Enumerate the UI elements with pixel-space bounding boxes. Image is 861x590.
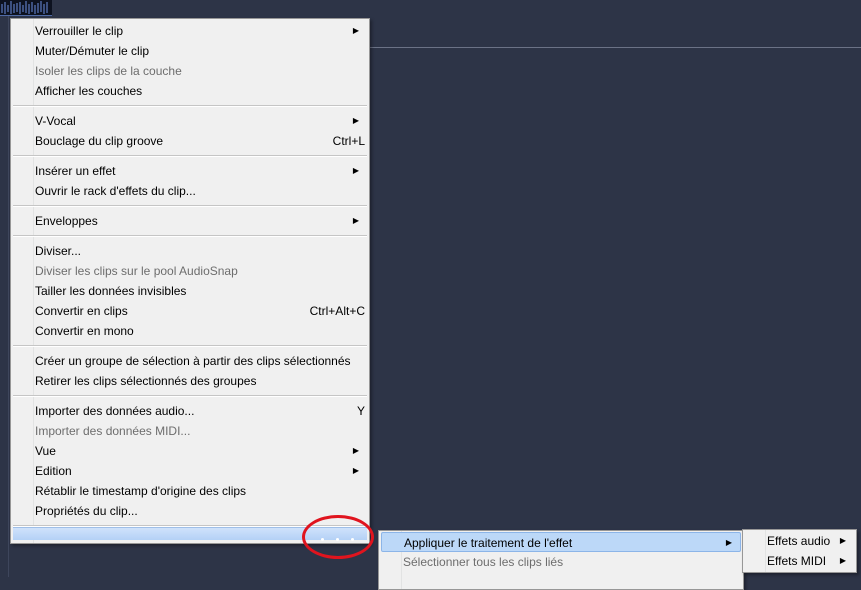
menu-item-label: Edition	[35, 464, 72, 478]
menu-item-retablir-le-timestamp-d-origine-des-clip[interactable]: Rétablir le timestamp d'origine des clip…	[13, 481, 367, 501]
menu-item-inserer-un-effet[interactable]: Insérer un effet ▶	[13, 161, 367, 181]
menu-item-label: Tailler les données invisibles	[35, 284, 187, 298]
menu-item-diviser[interactable]: Diviser...	[13, 241, 367, 261]
menu-separator	[13, 105, 367, 107]
clip-waveform-thumbnail[interactable]	[0, 0, 52, 16]
menu-expand-row[interactable]	[13, 527, 367, 540]
menu-item-verrouiller-le-clip[interactable]: Verrouiller le clip ▶	[13, 21, 367, 41]
menu-item-label: Propriétés du clip...	[35, 504, 138, 518]
menu-item-label: Créer un groupe de sélection à partir de…	[35, 354, 351, 368]
menu-item-label: Convertir en clips	[35, 304, 128, 318]
menu-item-afficher-les-couches[interactable]: Afficher les couches	[13, 81, 367, 101]
menu-item-label: Muter/Démuter le clip	[35, 44, 150, 58]
submenu-arrow-icon: ▶	[352, 216, 359, 225]
menu-item-selectionner-tous-les-clips-lies: Sélectionner tous les clips liés	[381, 552, 741, 572]
submenu-arrow-icon: ▶	[839, 556, 846, 565]
menu-item-appliquer-le-traitement-de-l-effet[interactable]: Appliquer le traitement de l'effet ▶	[381, 532, 741, 552]
menu-expand-dots-icon	[321, 530, 371, 541]
menu-item-label: Ouvrir le rack d'effets du clip...	[35, 184, 196, 198]
menu-separator	[13, 155, 367, 157]
menu-item-label: Afficher les couches	[35, 84, 143, 98]
menu-item-label: Isoler les clips de la couche	[35, 64, 182, 78]
menu-item-bouclage-du-clip-groove[interactable]: Bouclage du clip groove Ctrl+L	[13, 131, 367, 151]
submenu-arrow-icon: ▶	[352, 116, 359, 125]
menu-item-label: Effets audio	[767, 534, 831, 548]
track-divider-line	[370, 47, 861, 48]
menu-item-label: Diviser...	[35, 244, 82, 258]
menu-item-label: Rétablir le timestamp d'origine des clip…	[35, 484, 247, 498]
menu-item-edition[interactable]: Edition ▶	[13, 461, 367, 481]
menu-item-label: V-Vocal	[35, 114, 76, 128]
menu-item-label: Importer des données audio...	[35, 404, 195, 418]
menu-item-label: Retirer les clips sélectionnés des group…	[35, 374, 257, 388]
menu-item-convertir-en-clips[interactable]: Convertir en clips Ctrl+Alt+C	[13, 301, 367, 321]
effect-submenu: Appliquer le traitement de l'effet ▶ Sélec…	[378, 530, 744, 590]
menu-separator	[13, 205, 367, 207]
menu-separator	[13, 345, 367, 347]
menu-item-creer-un-groupe-de-selection-a-partir-de[interactable]: Créer un groupe de sélection à partir de…	[13, 351, 367, 371]
submenu-arrow-icon: ▶	[725, 538, 732, 547]
submenu-arrow-icon: ▶	[352, 446, 359, 455]
menu-item-enveloppes[interactable]: Enveloppes ▶	[13, 211, 367, 231]
menu-item-convertir-en-mono[interactable]: Convertir en mono	[13, 321, 367, 341]
waveform-graphic	[1, 1, 48, 14]
menu-item-label: Insérer un effet	[35, 164, 116, 178]
menu-item-diviser-les-clips-sur-le-pool-audiosnap: Diviser les clips sur le pool AudioSnap	[13, 261, 367, 281]
menu-separator	[13, 235, 367, 237]
menu-item-v-vocal[interactable]: V-Vocal ▶	[13, 111, 367, 131]
menu-item-label: Enveloppes	[35, 214, 98, 228]
menu-item-importer-des-donnees-midi: Importer des données MIDI...	[13, 421, 367, 441]
menu-item-shortcut: Y	[356, 404, 365, 418]
submenu-arrow-icon: ▶	[352, 26, 359, 35]
submenu-arrow-icon: ▶	[839, 536, 846, 545]
menu-item-label: Bouclage du clip groove	[35, 134, 164, 148]
menu-item-tailler-les-donnees-invisibles[interactable]: Tailler les données invisibles	[13, 281, 367, 301]
menu-item-label: Sélectionner tous les clips liés	[403, 555, 564, 569]
menu-item-shortcut: Ctrl+Alt+C	[309, 304, 365, 318]
submenu-arrow-icon: ▶	[352, 466, 359, 475]
menu-item-label: Appliquer le traitement de l'effet	[404, 536, 573, 550]
menu-item-label: Convertir en mono	[35, 324, 134, 338]
menu-item-label: Verrouiller le clip	[35, 24, 124, 38]
menu-item-label: Diviser les clips sur le pool AudioSnap	[35, 264, 238, 278]
track-left-border	[8, 15, 9, 577]
menu-item-label: Vue	[35, 444, 56, 458]
menu-item-label: Effets MIDI	[767, 554, 827, 568]
menu-item-shortcut: Ctrl+L	[332, 134, 365, 148]
menu-item-importer-des-donnees-audio[interactable]: Importer des données audio... Y	[13, 401, 367, 421]
submenu-arrow-icon: ▶	[352, 166, 359, 175]
menu-item-retirer-les-clips-selectionnes-des-group[interactable]: Retirer les clips sélectionnés des group…	[13, 371, 367, 391]
menu-item-isoler-les-clips-de-la-couche: Isoler les clips de la couche	[13, 61, 367, 81]
menu-item-ouvrir-le-rack-d-effets-du-clip[interactable]: Ouvrir le rack d'effets du clip...	[13, 181, 367, 201]
effect-type-submenu: Effets audio ▶ Effets MIDI ▶	[742, 529, 857, 573]
menu-item-vue[interactable]: Vue ▶	[13, 441, 367, 461]
menu-separator	[13, 395, 367, 397]
menu-item-proprietes-du-clip[interactable]: Propriétés du clip...	[13, 501, 367, 521]
menu-item-effets-midi[interactable]: Effets MIDI ▶	[745, 551, 854, 571]
menu-item-effets-audio[interactable]: Effets audio ▶	[745, 531, 854, 551]
clip-context-menu: Verrouiller le clip ▶ Muter/Démuter le cli…	[10, 18, 370, 544]
menu-item-label: Importer des données MIDI...	[35, 424, 191, 438]
menu-item-muter-demuter-le-clip[interactable]: Muter/Démuter le clip	[13, 41, 367, 61]
